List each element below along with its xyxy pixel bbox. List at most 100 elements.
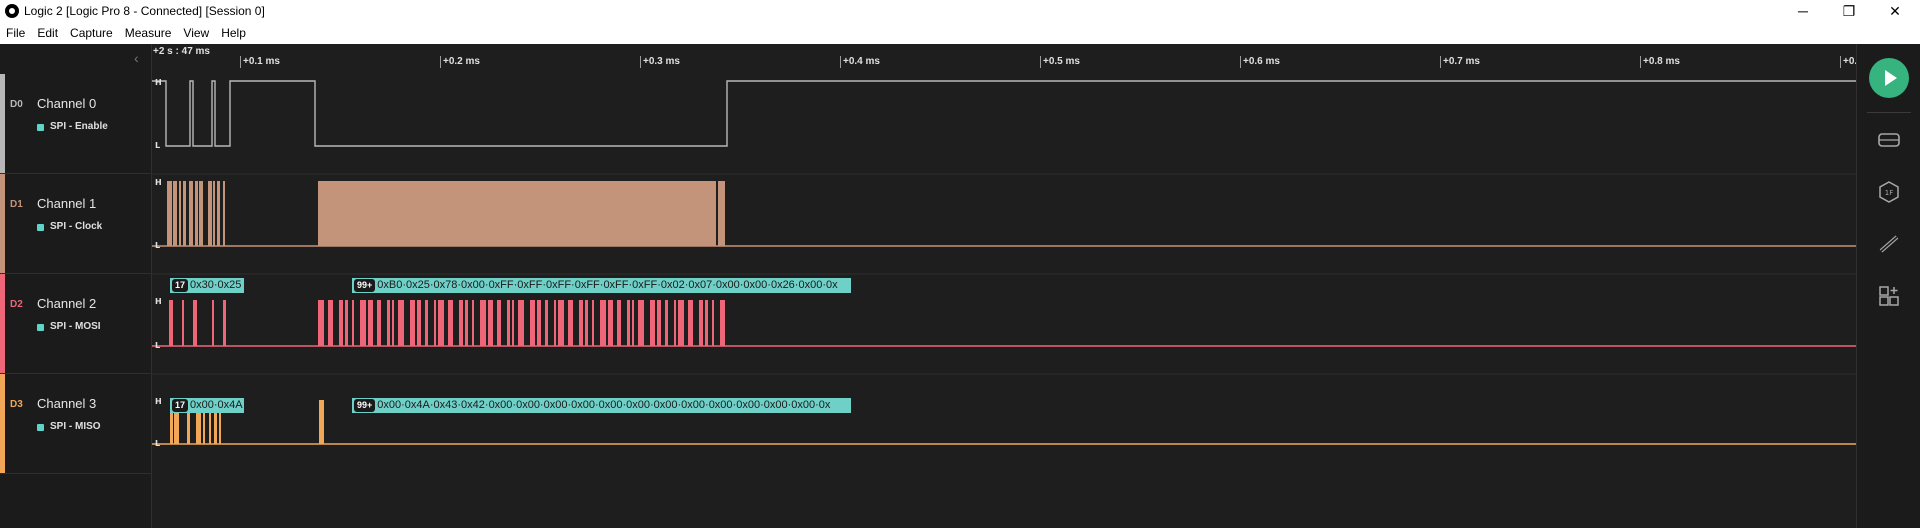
channel-name[interactable]: Channel 1 [37, 196, 96, 211]
channel-row-1[interactable]: D1 Channel 1 SPI - Clock [0, 174, 152, 274]
signal-pulse [167, 181, 172, 246]
menu-edit[interactable]: Edit [37, 26, 58, 40]
decoded-packet-miso-1[interactable]: 17 0x00·0x4A [170, 398, 244, 413]
collapse-panel-icon[interactable]: ‹ [134, 50, 139, 66]
signal-pulse [183, 181, 186, 246]
signal-pulse [392, 300, 394, 346]
signal-pulse [223, 300, 226, 346]
signal-pulse [472, 300, 474, 346]
time-ruler[interactable]: +2 s : 47 ms +0.1 ms +0.2 ms +0.3 ms +0.… [152, 44, 1880, 74]
decoded-packet-miso-2[interactable]: 99+ 0x00·0x4A·0x43·0x42·0x00·0x00·0x00·0x… [352, 398, 851, 413]
analyzer-color-icon [37, 324, 44, 331]
menu-measure[interactable]: Measure [125, 26, 172, 40]
signal-pulse [592, 300, 594, 346]
time-tick: +0.8 ms [1640, 56, 1680, 68]
channel-id: D0 [10, 99, 23, 110]
signal-pulse [173, 181, 177, 246]
analyzer-color-icon [37, 224, 44, 231]
signal-pulse [319, 400, 324, 444]
decoded-packet-mosi-1[interactable]: 17 0x30·0x25 [170, 278, 244, 293]
title-bar: Logic 2 [Logic Pro 8 - Connected] [Sessi… [0, 0, 1920, 22]
channel-row-2[interactable]: D2 Channel 2 SPI - MOSI [0, 274, 152, 374]
signal-pulse [665, 300, 668, 346]
menu-help[interactable]: Help [221, 26, 246, 40]
signal-pulse [212, 300, 214, 346]
signal-pulse [650, 300, 655, 346]
signal-pulse [169, 300, 173, 346]
channel-name[interactable]: Channel 3 [37, 396, 96, 411]
enable-waveform [152, 80, 1856, 147]
extensions-icon[interactable]: 1F [1877, 180, 1901, 204]
signal-pulse [678, 300, 684, 346]
analyzer-label: SPI - MISO [50, 421, 101, 432]
signal-pulse [318, 300, 324, 346]
decoded-bytes: 0xB0·0x25·0x78·0x00·0xFF·0xFF·0xFF·0xFF·… [377, 279, 838, 291]
signal-pulse [699, 300, 703, 346]
channel-name[interactable]: Channel 0 [37, 96, 96, 111]
signal-pulse [193, 300, 197, 346]
signal-pulse [507, 300, 510, 346]
packet-count-badge: 99+ [354, 399, 376, 412]
waveform-area[interactable]: HLHLHLHL 17 0x30·0x25 99+ 0xB0·0x25·0x78·0… [152, 74, 1856, 528]
decoded-bytes: 0x00·0x4A [190, 399, 243, 411]
signal-pulse [518, 300, 524, 346]
signal-pulse [377, 300, 381, 346]
channel-name[interactable]: Channel 2 [37, 296, 96, 311]
menu-file[interactable]: File [6, 26, 25, 40]
channel-color-strip [0, 174, 5, 273]
time-tick: +0.5 ms [1040, 56, 1080, 68]
close-button[interactable]: ✕ [1872, 0, 1918, 22]
annotations-icon[interactable] [1877, 284, 1901, 308]
analyzer-color-icon [37, 424, 44, 431]
decoded-packet-mosi-2[interactable]: 99+ 0xB0·0x25·0x78·0x00·0xFF·0xFF·0xFF·0x… [352, 278, 851, 293]
measurements-icon[interactable] [1877, 232, 1901, 256]
channel-row-3[interactable]: D3 Channel 3 SPI - MISO [0, 374, 152, 474]
signal-pulse [360, 300, 366, 346]
time-tick: +0.2 ms [440, 56, 480, 68]
start-capture-button[interactable] [1869, 58, 1909, 98]
capture-view: D0 Channel 0 SPI - Enable D1 Channel 1 S… [0, 44, 1920, 528]
signal-pulse [328, 300, 333, 346]
right-toolbar: 1F [1856, 44, 1920, 528]
level-low-label: L [155, 341, 160, 350]
level-low-label: L [155, 241, 160, 250]
signal-pulse [497, 300, 501, 346]
decoded-bytes: 0x30·0x25 [190, 279, 242, 291]
channel-id: D3 [10, 399, 23, 410]
minimize-button[interactable]: ─ [1780, 0, 1826, 22]
signal-pulse [558, 300, 564, 346]
time-tick: +0.7 ms [1440, 56, 1480, 68]
packet-count-badge: 17 [172, 399, 189, 412]
menu-view[interactable]: View [183, 26, 209, 40]
channel-color-strip [0, 74, 5, 173]
menu-capture[interactable]: Capture [70, 26, 113, 40]
signal-pulse [554, 300, 556, 346]
signal-pulse [352, 300, 354, 346]
analyzer-label: SPI - Enable [50, 121, 108, 132]
signal-pulse [488, 300, 493, 346]
waveform-canvas[interactable]: H L H L H L H L [152, 74, 1856, 528]
signal-pulse [195, 181, 198, 246]
level-high-label: H [155, 397, 162, 406]
channel-color-strip [0, 374, 5, 473]
signal-pulse [627, 300, 630, 346]
signal-pulse [345, 300, 348, 346]
channel-id: D2 [10, 299, 23, 310]
analyzers-icon[interactable] [1877, 128, 1901, 152]
analyzer-label: SPI - MOSI [50, 321, 101, 332]
level-high-label: H [155, 297, 162, 306]
window-title: Logic 2 [Logic Pro 8 - Connected] [Sessi… [24, 4, 265, 18]
signal-pulse [448, 300, 453, 346]
time-origin: +2 s : 47 ms [153, 46, 210, 57]
signal-pulse [480, 300, 486, 346]
signal-pulse [585, 300, 588, 346]
signal-pulse [657, 300, 661, 346]
channel-row-0[interactable]: D0 Channel 0 SPI - Enable [0, 74, 152, 174]
signal-pulse [217, 181, 220, 246]
signal-pulse [398, 300, 404, 346]
analyzer-color-icon [37, 124, 44, 131]
maximize-button[interactable]: ❐ [1826, 0, 1872, 22]
signal-pulse [410, 300, 415, 346]
time-tick: +0.3 ms [640, 56, 680, 68]
level-low-label: L [155, 439, 160, 448]
